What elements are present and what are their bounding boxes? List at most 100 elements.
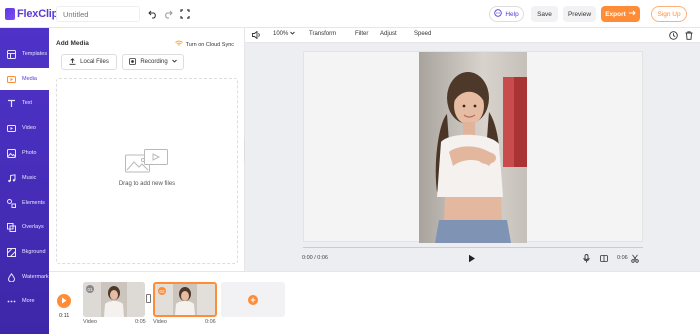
play-icon[interactable] <box>468 254 476 265</box>
timeline-clip-2[interactable]: 02 <box>153 282 217 317</box>
sign-up-button[interactable]: Sign Up <box>651 6 687 22</box>
sidebar-item-music[interactable]: Music <box>0 167 49 189</box>
playback-time: 0:00 / 0:06 <box>302 255 328 261</box>
sidebar-item-label: Video <box>22 125 36 131</box>
video-frame-image <box>419 52 527 243</box>
clip-type-label: Video <box>153 319 167 325</box>
fullscreen-icon[interactable] <box>178 7 192 21</box>
editor-toolbar: 100% Transform Filter Adjust Speed <box>245 28 700 43</box>
sidebar-item-label: Overlays <box>22 224 44 230</box>
more-icon <box>7 297 16 306</box>
overlays-icon <box>7 222 16 232</box>
add-clip-button[interactable]: + <box>221 282 285 317</box>
playback-progress-bar[interactable] <box>303 247 643 248</box>
logo-text: FlexClip <box>17 8 59 20</box>
cloud-sync-label: Turn on Cloud Sync <box>185 41 234 48</box>
clip-type-label: Video <box>83 319 97 325</box>
zoom-select[interactable]: 100% <box>273 31 295 37</box>
cloud-sync-toggle[interactable]: Turn on Cloud Sync <box>174 40 234 49</box>
sidebar-item-label: Text <box>22 100 33 106</box>
timeline: 0:11 01 Video 0:05 02 Video 0:06 + <box>49 271 700 334</box>
export-button[interactable]: Export <box>601 6 640 22</box>
undo-icon[interactable] <box>146 7 160 21</box>
video-canvas[interactable] <box>303 51 643 243</box>
local-files-button[interactable]: Local Files <box>61 54 117 70</box>
sidebar-item-text[interactable]: Text <box>0 92 49 114</box>
recording-button[interactable]: Recording <box>122 54 184 70</box>
record-icon <box>129 57 137 67</box>
photo-icon <box>7 148 16 158</box>
app-logo[interactable]: FlexClip <box>5 7 58 21</box>
preview-stage: 0:00 / 0:06 0:06 <box>245 43 700 271</box>
sidebar-item-templates[interactable]: Templates <box>0 43 49 65</box>
export-label: Export <box>605 10 626 18</box>
sidebar-item-video[interactable]: Video <box>0 117 49 139</box>
clock-icon[interactable] <box>669 31 678 42</box>
sidebar: Templates Media Text Video Photo Music E… <box>0 28 49 334</box>
sidebar-item-label: Music <box>22 175 37 181</box>
watermark-icon <box>7 272 16 282</box>
arrow-right-icon <box>628 10 636 18</box>
drop-zone[interactable]: Drag to add new files <box>56 78 238 264</box>
elements-icon <box>7 198 16 208</box>
transform-button[interactable]: Transform <box>309 31 336 37</box>
text-icon <box>7 99 16 108</box>
sidebar-item-photo[interactable]: Photo <box>0 142 49 164</box>
local-files-label: Local Files <box>80 59 109 65</box>
project-title-input[interactable] <box>56 6 140 22</box>
templates-icon <box>7 49 16 59</box>
chevron-down-icon <box>290 31 295 37</box>
sidebar-item-label: Watermark <box>22 274 49 280</box>
sidebar-item-media[interactable]: Media <box>0 68 49 90</box>
media-placeholder-icon <box>125 149 169 175</box>
save-button[interactable]: Save <box>531 6 558 22</box>
help-label: Help <box>505 10 519 18</box>
video-icon <box>7 124 16 133</box>
media-panel: Add Media Turn on Cloud Sync Local Files… <box>49 28 245 271</box>
sidebar-item-more[interactable]: More <box>0 290 49 312</box>
timeline-total-time: 0:11 <box>59 313 70 319</box>
help-icon <box>494 9 503 19</box>
clip-badge: 01 <box>86 285 94 293</box>
sidebar-item-label: Bkground <box>22 249 46 255</box>
volume-icon[interactable] <box>252 30 261 41</box>
delete-icon[interactable] <box>685 31 693 42</box>
adjust-button[interactable]: Adjust <box>380 31 397 37</box>
plus-icon: + <box>248 294 258 305</box>
transition-marker[interactable] <box>146 294 151 303</box>
wifi-icon <box>174 40 183 49</box>
clip-duration-label: 0:06 <box>205 319 216 325</box>
background-icon <box>7 247 16 257</box>
play-icon <box>61 297 67 306</box>
sidebar-item-label: Photo <box>22 150 37 156</box>
upload-icon <box>69 57 76 67</box>
help-button[interactable]: Help <box>489 6 524 22</box>
clip-badge: 02 <box>158 287 166 295</box>
preview-button[interactable]: Preview <box>563 6 596 22</box>
drop-hint: Drag to add new files <box>118 181 176 187</box>
scissors-icon[interactable] <box>631 254 639 265</box>
chevron-down-icon <box>171 59 177 65</box>
sidebar-item-label: More <box>22 298 35 304</box>
panel-title: Add Media <box>56 40 89 47</box>
clip-duration: 0:06 <box>617 255 628 261</box>
sidebar-item-label: Templates <box>22 51 48 57</box>
top-bar: FlexClip Help Save Preview Export Sign U… <box>0 0 700 28</box>
sidebar-item-label: Media <box>22 76 37 82</box>
speed-button[interactable]: Speed <box>414 31 431 37</box>
sidebar-item-background[interactable]: Bkground <box>0 241 49 263</box>
logo-mark <box>5 8 15 20</box>
timeline-clip-1[interactable]: 01 <box>83 282 145 317</box>
redo-icon[interactable] <box>161 7 175 21</box>
split-icon[interactable] <box>600 254 608 265</box>
sidebar-item-elements[interactable]: Elements <box>0 192 49 214</box>
clip-duration-label: 0:05 <box>135 319 146 325</box>
recording-label: Recording <box>140 59 168 65</box>
timeline-play-button[interactable] <box>57 294 71 308</box>
microphone-icon[interactable] <box>583 254 590 265</box>
sidebar-item-watermark[interactable]: Watermark <box>0 266 49 288</box>
music-icon <box>7 173 16 183</box>
sidebar-item-overlays[interactable]: Overlays <box>0 216 49 238</box>
sidebar-item-label: Elements <box>22 200 45 206</box>
filter-button[interactable]: Filter <box>355 31 368 37</box>
